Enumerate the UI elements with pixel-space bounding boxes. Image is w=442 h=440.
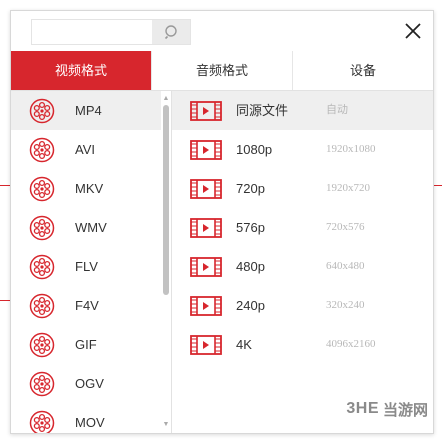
format-item-flv[interactable]: FLV <box>11 247 161 286</box>
resolution-name: 同源文件 <box>236 103 289 118</box>
tab-audio-formats[interactable]: 音频格式 <box>152 51 293 90</box>
format-label: FLV <box>75 259 98 274</box>
resolution-size: 1920x1080 <box>326 143 376 155</box>
format-label: OGV <box>75 376 104 391</box>
watermark-text: 当游网 <box>382 401 428 419</box>
format-list-scrollbar[interactable]: ▲ ▼ <box>161 91 171 433</box>
video-play-icon <box>190 140 222 160</box>
resolution-item[interactable]: 4K 4096x2160 <box>172 325 433 364</box>
background-line <box>0 185 10 186</box>
resolution-size: 320x240 <box>326 299 365 311</box>
format-item-gif[interactable]: GIF <box>11 325 161 364</box>
resolution-list: 同源文件 自动 1080p 1920x1080 720p 1920x720 576p 720x… <box>172 91 433 364</box>
video-play-icon <box>190 218 222 238</box>
resolution-name: 4K <box>236 337 252 352</box>
film-reel-icon <box>29 215 55 241</box>
watermark: 3HE 当游网 <box>346 398 428 420</box>
resolution-item[interactable]: 576p 720x576 <box>172 208 433 247</box>
format-picker-dialog: 视频格式 音频格式 设备 MP4 AVI MKV WMV FLV F4V GIF OGV MOV… <box>10 10 434 434</box>
video-play-icon <box>190 296 222 316</box>
format-label: MOV <box>75 415 105 430</box>
resolution-name: 720p <box>236 181 265 196</box>
resolution-item[interactable]: 240p 320x240 <box>172 286 433 325</box>
format-item-avi[interactable]: AVI <box>11 130 161 169</box>
tab-devices[interactable]: 设备 <box>293 51 433 90</box>
resolution-item[interactable]: 480p 640x480 <box>172 247 433 286</box>
video-play-icon <box>190 257 222 277</box>
film-reel-icon <box>29 137 55 163</box>
format-item-mov[interactable]: MOV <box>11 403 161 433</box>
video-play-icon <box>190 335 222 355</box>
video-play-icon <box>190 179 222 199</box>
search-input[interactable] <box>32 20 150 44</box>
film-reel-icon <box>29 176 55 202</box>
watermark-logo: 3HE <box>346 400 379 417</box>
scroll-up-arrow-icon[interactable]: ▲ <box>162 95 170 103</box>
format-item-wmv[interactable]: WMV <box>11 208 161 247</box>
format-label: WMV <box>75 220 107 235</box>
film-reel-icon <box>29 371 55 397</box>
resolution-item[interactable]: 同源文件 自动 <box>172 91 433 130</box>
close-icon[interactable] <box>403 21 423 41</box>
video-play-icon <box>190 101 222 121</box>
resolution-size: 1920x720 <box>326 182 370 194</box>
resolution-size: 自动 <box>326 104 348 116</box>
resolution-size: 4096x2160 <box>326 338 376 350</box>
format-item-mp4[interactable]: MP4 <box>11 91 161 130</box>
film-reel-icon <box>29 98 55 124</box>
search-icon <box>164 25 177 40</box>
resolution-size: 640x480 <box>326 260 365 272</box>
resolution-name: 576p <box>236 220 265 235</box>
format-item-f4v[interactable]: F4V <box>11 286 161 325</box>
format-item-mkv[interactable]: MKV <box>11 169 161 208</box>
scroll-down-arrow-icon[interactable]: ▼ <box>162 421 170 429</box>
format-label: F4V <box>75 298 99 313</box>
resolution-size: 720x576 <box>326 221 365 233</box>
resolution-item[interactable]: 1080p 1920x1080 <box>172 130 433 169</box>
format-item-ogv[interactable]: OGV <box>11 364 161 403</box>
search-button[interactable] <box>152 20 190 44</box>
search-box <box>31 19 191 45</box>
tab-video-formats[interactable]: 视频格式 <box>11 51 152 90</box>
format-label: AVI <box>75 142 95 157</box>
format-label: MKV <box>75 181 104 196</box>
film-reel-icon <box>29 410 55 433</box>
format-tabs: 视频格式 音频格式 设备 <box>11 51 433 91</box>
film-reel-icon <box>29 332 55 358</box>
scrollbar-thumb[interactable] <box>163 105 169 295</box>
format-label: MP4 <box>75 103 102 118</box>
film-reel-icon <box>29 293 55 319</box>
background-line <box>0 300 10 301</box>
resolution-name: 480p <box>236 259 265 274</box>
resolution-item[interactable]: 720p 1920x720 <box>172 169 433 208</box>
format-list: MP4 AVI MKV WMV FLV F4V GIF OGV MOV <box>11 91 161 433</box>
format-label: GIF <box>75 337 97 352</box>
resolution-name: 240p <box>236 298 265 313</box>
resolution-name: 1080p <box>236 142 273 157</box>
film-reel-icon <box>29 254 55 280</box>
